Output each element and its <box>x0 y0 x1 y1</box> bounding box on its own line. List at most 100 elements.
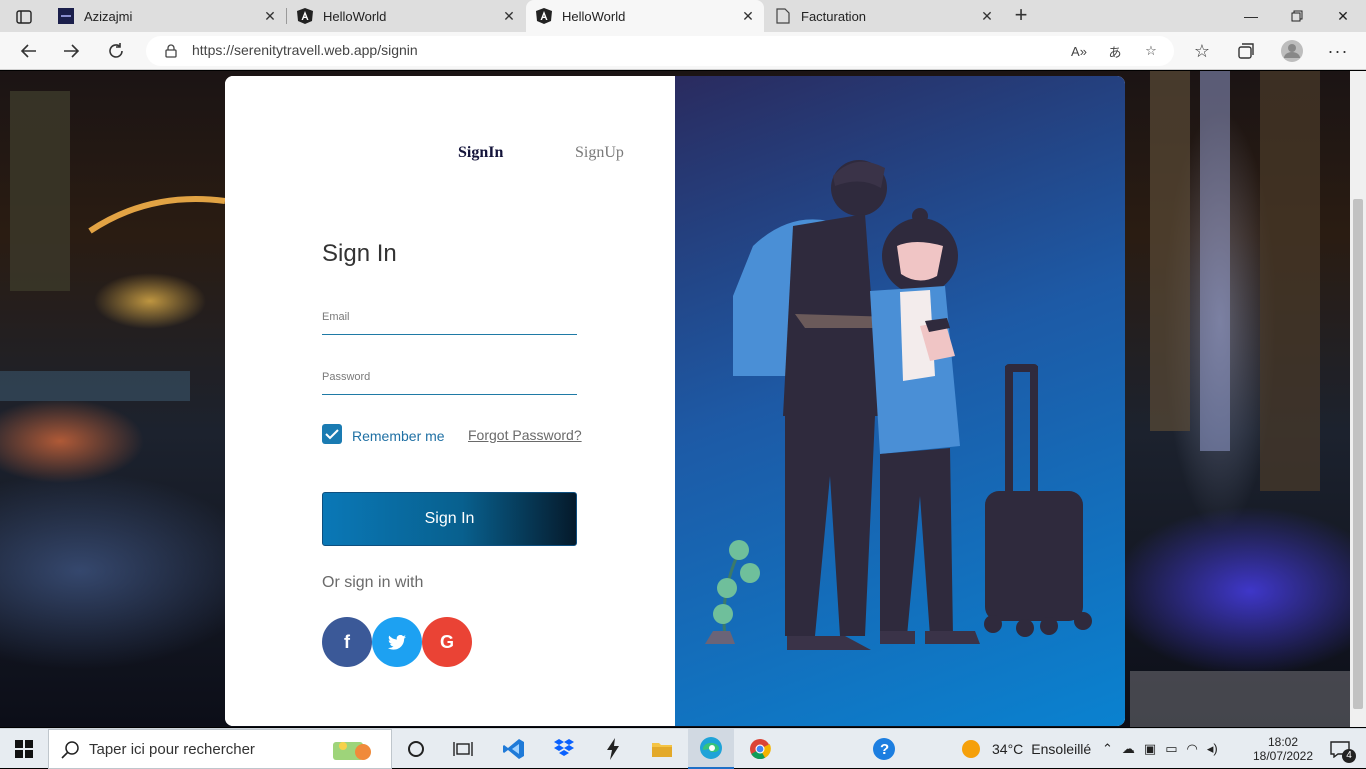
tab-title: HelloWorld <box>323 8 387 24</box>
url-field[interactable]: https://serenitytravell.web.app/signin A… <box>146 36 1174 66</box>
new-tab-button[interactable]: + <box>1008 4 1034 28</box>
cloud-icon[interactable]: ☁ <box>1122 741 1135 757</box>
volume-icon[interactable]: ◂) <box>1207 741 1218 757</box>
file-explorer-button[interactable] <box>640 729 684 769</box>
app-button[interactable] <box>592 729 634 769</box>
task-view-button[interactable] <box>442 729 484 769</box>
twitter-button[interactable] <box>372 617 422 667</box>
restore-icon <box>1291 10 1303 22</box>
tab-azizajmi[interactable]: Azizajmi ✕ <box>48 0 287 32</box>
tab-bar: Azizajmi ✕ HelloWorld ✕ HelloWorld ✕ Fac… <box>0 0 1366 32</box>
cortana-button[interactable] <box>396 729 436 769</box>
tab-title: Facturation <box>801 8 867 24</box>
page-title: Sign In <box>322 240 397 267</box>
facebook-icon: f <box>344 631 350 652</box>
translate-icon[interactable]: あ <box>1104 40 1126 62</box>
search-highlight-icon <box>333 742 371 760</box>
forward-button[interactable] <box>58 38 86 64</box>
close-tab-icon[interactable]: ✕ <box>499 6 519 26</box>
close-tab-icon[interactable]: ✕ <box>977 6 997 26</box>
dropbox-icon <box>554 739 574 756</box>
more-icon: ··· <box>1327 40 1349 61</box>
password-label: Password <box>322 371 371 383</box>
taskbar-search-input[interactable]: Taper ici pour rechercher <box>48 729 392 769</box>
edge-button[interactable] <box>688 729 734 769</box>
start-button[interactable] <box>0 729 48 769</box>
back-arrow-icon <box>20 44 36 58</box>
collections-button[interactable] <box>1232 38 1260 64</box>
add-favorite-icon[interactable]: ☆ <box>1140 40 1162 62</box>
remember-checkbox[interactable] <box>322 424 342 444</box>
device-icon[interactable]: ▣ <box>1144 741 1156 757</box>
help-button[interactable]: ? <box>862 729 906 769</box>
form-panel: SignIn SignUp Sign In Email Password Rem… <box>225 76 675 726</box>
lightning-app-icon <box>607 738 619 760</box>
task-view-icon <box>453 742 473 756</box>
email-field[interactable]: Email <box>322 305 577 335</box>
scrollbar-thumb[interactable] <box>1353 199 1363 709</box>
signin-button[interactable]: Sign In <box>322 492 577 546</box>
back-button[interactable] <box>14 38 42 64</box>
tab-title: HelloWorld <box>562 8 626 24</box>
svg-text:?: ? <box>880 741 889 758</box>
search-placeholder: Taper ici pour rechercher <box>89 741 255 758</box>
password-field[interactable]: Password <box>322 365 577 395</box>
tab-actions-icon <box>16 10 32 24</box>
chrome-button[interactable] <box>738 729 782 769</box>
collections-icon <box>1238 43 1254 59</box>
refresh-button[interactable] <box>102 38 130 64</box>
close-tab-icon[interactable]: ✕ <box>260 6 280 26</box>
tab-facturation[interactable]: Facturation ✕ <box>765 0 1003 32</box>
forgot-password-link[interactable]: Forgot Password? <box>468 427 582 443</box>
close-window-button[interactable]: ✕ <box>1320 0 1366 32</box>
windows-icon <box>15 740 33 758</box>
weather-widget[interactable]: 34°C Ensoleillé <box>962 729 1091 769</box>
travelers-illustration <box>705 160 1092 650</box>
taskbar: Taper ici pour rechercher ? 34°C Ensolei… <box>0 728 1366 769</box>
notifications-button[interactable]: 4 <box>1322 729 1358 769</box>
cortana-icon <box>408 741 424 757</box>
close-tab-icon[interactable]: ✕ <box>738 6 758 26</box>
lock-icon[interactable] <box>160 40 182 62</box>
tab-title: Azizajmi <box>84 8 133 24</box>
vscode-button[interactable] <box>492 729 536 769</box>
profile-button[interactable] <box>1278 38 1306 64</box>
illustration-panel <box>675 76 1125 726</box>
facebook-button[interactable]: f <box>322 617 372 667</box>
url-text: https://serenitytravell.web.app/signin <box>192 42 418 58</box>
notification-count: 4 <box>1342 749 1356 763</box>
tab-signup[interactable]: SignUp <box>575 144 624 162</box>
dropbox-button[interactable] <box>542 729 586 769</box>
weather-temp: 34°C <box>992 741 1024 757</box>
tab-helloworld-active[interactable]: HelloWorld ✕ <box>526 0 764 32</box>
search-icon <box>61 741 79 759</box>
clock-time: 18:02 <box>1267 735 1299 749</box>
read-aloud-icon[interactable]: A» <box>1068 40 1090 62</box>
twitter-icon <box>388 634 406 650</box>
favorites-button[interactable]: ☆ <box>1188 38 1216 64</box>
help-icon: ? <box>873 738 895 760</box>
clock[interactable]: 18:02 18/07/2022 <box>1248 729 1318 769</box>
settings-menu-button[interactable]: ··· <box>1324 38 1352 64</box>
minimize-button[interactable]: — <box>1228 0 1274 32</box>
tab-actions-button[interactable] <box>10 6 38 28</box>
battery-icon[interactable]: ▭ <box>1165 741 1177 757</box>
page-icon <box>775 8 791 24</box>
weather-text: Ensoleillé <box>1031 741 1092 757</box>
remember-label[interactable]: Remember me <box>352 428 445 444</box>
page-scrollbar[interactable] <box>1350 71 1366 727</box>
favorites-icon: ☆ <box>1193 40 1211 61</box>
google-icon: G <box>439 631 454 652</box>
google-button[interactable]: G <box>422 617 472 667</box>
wifi-icon[interactable]: ◠ <box>1187 741 1198 757</box>
tab-helloworld-1[interactable]: HelloWorld ✕ <box>287 0 525 32</box>
restore-button[interactable] <box>1274 0 1320 32</box>
vscode-icon <box>503 739 524 759</box>
chevron-up-icon[interactable]: ⌃ <box>1102 741 1113 757</box>
folder-icon <box>652 743 672 757</box>
refresh-icon <box>109 43 123 58</box>
avatar <box>1281 40 1303 62</box>
edge-icon <box>700 737 722 759</box>
tab-signin[interactable]: SignIn <box>458 144 503 162</box>
signin-card: SignIn SignUp Sign In Email Password Rem… <box>225 76 1125 726</box>
